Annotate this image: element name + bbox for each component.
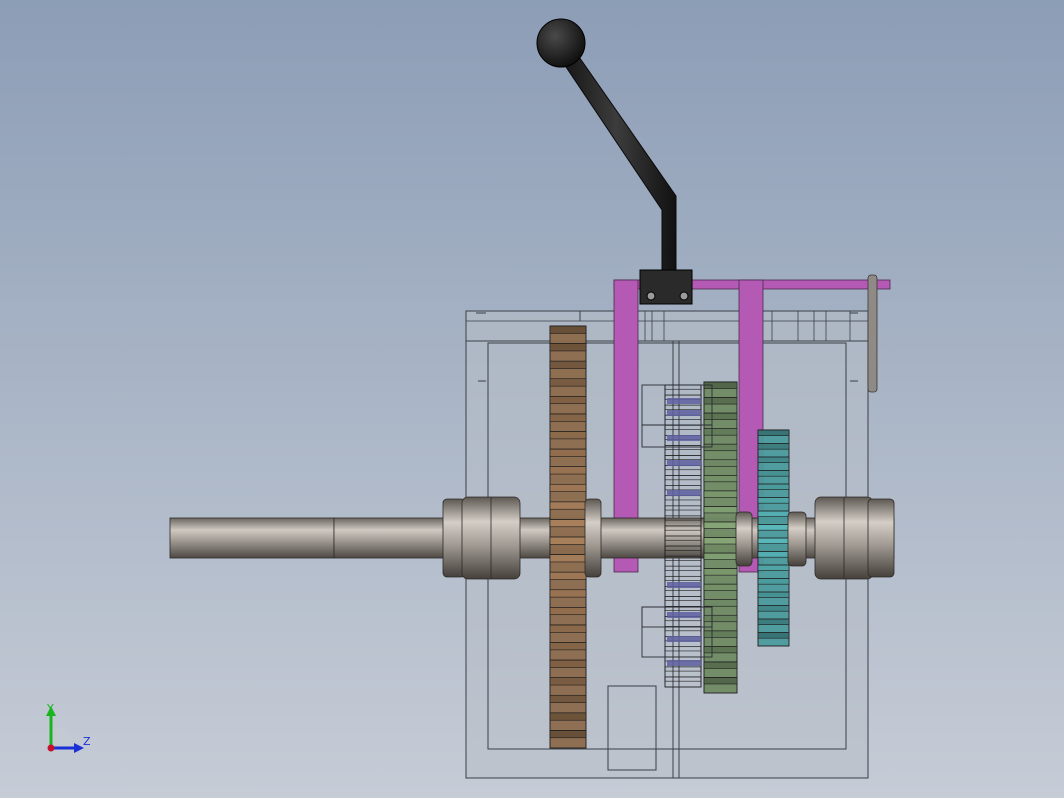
cad-viewport[interactable]: Y Z xyxy=(0,0,1064,798)
gearbox-assembly-drawing: Y Z xyxy=(46,18,895,779)
lever-knob[interactable] xyxy=(536,18,586,68)
y-axis-label: Y xyxy=(46,702,54,715)
gear-teal xyxy=(757,429,790,647)
coordinate-triad: Y Z xyxy=(46,702,91,753)
gear-green xyxy=(703,381,738,694)
shift-lever[interactable] xyxy=(536,18,693,305)
z-axis-label: Z xyxy=(83,735,91,748)
gear-bronze xyxy=(549,325,587,749)
